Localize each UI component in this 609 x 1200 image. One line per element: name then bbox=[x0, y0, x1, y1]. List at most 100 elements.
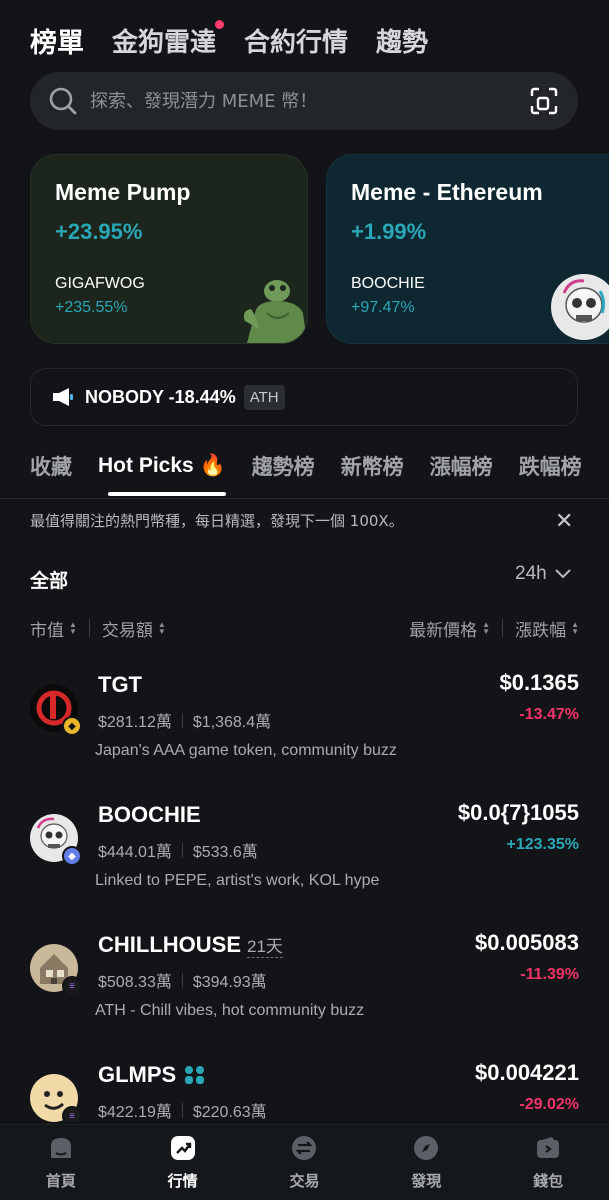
nav-label: 首頁 bbox=[45, 1173, 76, 1190]
token-name: GLMPS bbox=[98, 1062, 206, 1088]
nav-label: 發現 bbox=[411, 1173, 442, 1190]
tab-hot-picks[interactable]: Hot Picks 🔥 bbox=[98, 454, 226, 478]
token-description: ATH - Chill vibes, hot community buzz bbox=[95, 1002, 365, 1019]
meme-ethereum-card[interactable]: Meme - Ethereum +1.99% BOOCHIE +97.47% bbox=[326, 154, 609, 344]
sort-label: 最新價格 bbox=[409, 620, 478, 640]
token-symbol: BOOCHIE bbox=[98, 802, 201, 827]
tab-trends[interactable]: 趨勢 bbox=[376, 22, 428, 59]
sort-label: 市值 bbox=[30, 620, 64, 640]
search-bar[interactable] bbox=[30, 72, 578, 130]
wallet-icon bbox=[537, 1137, 560, 1158]
token-logo: ≡ bbox=[30, 1074, 82, 1122]
nav-market[interactable]: 行情 bbox=[138, 1134, 228, 1191]
token-change: -11.39% bbox=[520, 966, 579, 983]
sort-arrows-icon: ▲ ▼ bbox=[571, 620, 579, 636]
tab-gold-dog-radar-label: 金狗雷達 bbox=[112, 26, 217, 57]
sort-market-cap[interactable]: 市值 ▲ ▼ bbox=[30, 616, 77, 641]
token-price: $0.005083 bbox=[475, 930, 579, 955]
top-tabs: 榜單 金狗雷達 合約行情 趨勢 bbox=[30, 18, 456, 62]
token-stats: $444.01萬 $533.6萬 bbox=[98, 838, 258, 862]
token-row[interactable]: ≡ CHILLHOUSE 21天 $508.33萬 $394.93萬 ATH - … bbox=[30, 930, 579, 1050]
token-stats: $508.33萬 $394.93萬 bbox=[98, 968, 267, 992]
token-price: $0.0{7}1055 bbox=[457, 800, 579, 825]
time-range-select[interactable]: 24h bbox=[515, 563, 571, 585]
time-range-value: 24h bbox=[515, 563, 547, 584]
card-title: Meme Pump bbox=[55, 179, 191, 205]
sort-arrows-icon: ▲ ▼ bbox=[157, 620, 166, 636]
chevron-down-icon bbox=[554, 569, 571, 579]
tab-gold-dog-radar[interactable]: 金狗雷達 bbox=[112, 19, 225, 59]
volume: $220.63萬 bbox=[192, 1104, 267, 1121]
token-stats: $422.19萬 $220.63萬 bbox=[98, 1098, 267, 1122]
active-tab-indicator bbox=[108, 492, 226, 496]
token-age: 21天 bbox=[247, 932, 283, 958]
solana-chain-icon: ≡ bbox=[62, 976, 82, 996]
divider bbox=[181, 1102, 183, 1118]
ticker-text: NOBODY -18.44% bbox=[85, 386, 236, 407]
market-cap: $508.33萬 bbox=[98, 974, 172, 991]
token-description: Japan's AAA game token, community buzz bbox=[95, 742, 397, 759]
token-row[interactable]: ≡ GLMPS $422.19萬 $220.63萬 $0.004221 -29.… bbox=[30, 1062, 579, 1122]
megaphone-icon bbox=[53, 388, 73, 406]
search-icon bbox=[49, 87, 77, 115]
trade-icon bbox=[292, 1136, 317, 1160]
tab-rankings[interactable]: 榜單 bbox=[30, 21, 84, 60]
ath-badge: ATH bbox=[243, 384, 285, 410]
token-row[interactable]: ◆ BOOCHIE $444.01萬 $533.6萬 Linked to PEP… bbox=[30, 800, 579, 920]
sort-arrows-icon: ▲ ▼ bbox=[482, 620, 491, 636]
filter-all[interactable]: 全部 bbox=[30, 566, 68, 593]
sort-price[interactable]: 最新價格 ▲ ▼ bbox=[409, 616, 490, 641]
volume: $394.93萬 bbox=[192, 974, 267, 991]
sort-volume[interactable]: 交易額 ▲ ▼ bbox=[102, 616, 166, 641]
home-icon bbox=[50, 1138, 71, 1158]
tab-losers[interactable]: 跌幅榜 bbox=[519, 451, 582, 481]
market-cap: $281.12萬 bbox=[98, 714, 172, 731]
nav-label: 行情 bbox=[167, 1173, 198, 1190]
token-row[interactable]: ◆ TGT $281.12萬 $1,368.4萬 Japan's AAA gam… bbox=[30, 670, 579, 790]
token-change: +123.35% bbox=[506, 836, 579, 853]
token-name: TGT bbox=[98, 672, 142, 698]
bnb-chain-icon: ◆ bbox=[62, 716, 82, 736]
frog-avatar-icon bbox=[243, 280, 307, 343]
close-icon[interactable]: ✕ bbox=[555, 510, 573, 532]
nav-discover[interactable]: 發現 bbox=[381, 1134, 471, 1191]
nav-wallet[interactable]: 錢包 bbox=[503, 1134, 593, 1191]
token-description: Linked to PEPE, artist's work, KOL hype bbox=[95, 872, 380, 889]
token-symbol: CHILLHOUSE bbox=[98, 932, 241, 957]
scan-icon[interactable] bbox=[528, 85, 560, 117]
divider bbox=[0, 498, 609, 499]
tab-trending[interactable]: 趨勢榜 bbox=[252, 451, 315, 481]
tab-favorites[interactable]: 收藏 bbox=[30, 451, 72, 481]
token-logo: ◆ bbox=[30, 814, 82, 866]
card-change: +1.99% bbox=[351, 219, 427, 244]
search-input[interactable] bbox=[90, 90, 528, 112]
divider bbox=[181, 972, 183, 988]
token-symbol: TGT bbox=[98, 672, 142, 697]
nav-home[interactable]: 首頁 bbox=[16, 1134, 106, 1191]
card-title: Meme - Ethereum bbox=[351, 179, 543, 205]
meme-pump-card[interactable]: Meme Pump +23.95% GIGAFWOG +235.55% bbox=[30, 154, 308, 344]
announcement-ticker[interactable]: NOBODY -18.44% ATH bbox=[30, 368, 578, 426]
token-name: CHILLHOUSE 21天 bbox=[98, 932, 283, 958]
nav-label: 錢包 bbox=[533, 1173, 564, 1190]
token-price: $0.1365 bbox=[499, 670, 579, 695]
community-icon bbox=[185, 1066, 205, 1084]
token-change: -13.47% bbox=[519, 706, 579, 723]
divider bbox=[181, 842, 183, 858]
tab-new-coins[interactable]: 新幣榜 bbox=[341, 451, 404, 481]
tab-contract-market[interactable]: 合約行情 bbox=[244, 22, 348, 59]
divider bbox=[502, 619, 504, 637]
tab-gainers[interactable]: 漲幅榜 bbox=[430, 451, 493, 481]
card-change: +23.95% bbox=[55, 219, 143, 244]
token-symbol: GLMPS bbox=[98, 1062, 177, 1087]
sort-change[interactable]: 漲跌幅 ▲ ▼ bbox=[515, 616, 579, 641]
market-chart-icon bbox=[170, 1136, 195, 1160]
category-tabs: 收藏 Hot Picks 🔥 趨勢榜 新幣榜 漲幅榜 跌幅榜 bbox=[30, 446, 608, 486]
divider bbox=[88, 619, 90, 637]
nav-trade[interactable]: 交易 bbox=[259, 1134, 349, 1191]
compass-icon bbox=[414, 1136, 439, 1160]
sort-label: 漲跌幅 bbox=[515, 620, 567, 640]
volume: $533.6萬 bbox=[192, 844, 258, 861]
token-name: BOOCHIE bbox=[98, 802, 201, 828]
divider bbox=[181, 712, 183, 728]
